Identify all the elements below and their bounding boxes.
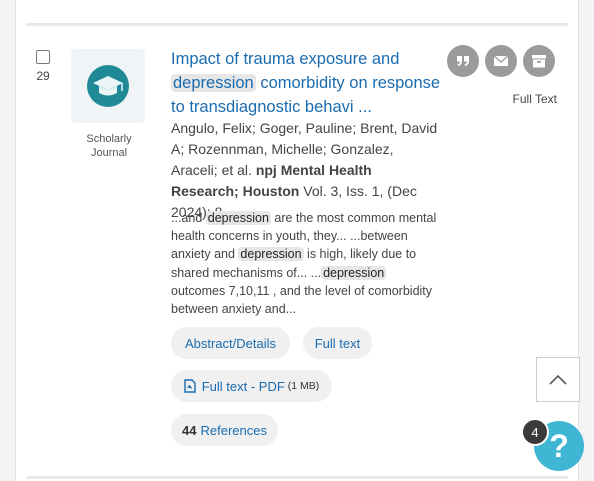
document-type-label: Scholarly Journal <box>86 133 132 159</box>
abstract-details-link[interactable]: Abstract/Details <box>171 327 290 359</box>
email-button[interactable] <box>485 45 517 77</box>
pdf-size: (1 MB) <box>287 380 320 392</box>
record-authors: Angulo, Felix; Goger, Pauline; Brent, Da… <box>171 118 443 223</box>
snippet-highlight: depression <box>205 211 271 225</box>
record-snippet: ...and depression are the most common me… <box>171 209 443 318</box>
save-button[interactable] <box>523 45 555 77</box>
email-icon <box>493 55 509 66</box>
cite-button[interactable] <box>447 45 479 77</box>
references-count: 44 <box>182 422 197 438</box>
title-highlight: depression <box>171 74 256 92</box>
back-to-top-button[interactable] <box>536 357 580 402</box>
scholarly-journal-icon <box>71 49 145 123</box>
references-label: References <box>200 422 267 438</box>
record-title-link[interactable]: Impact of trauma exposure and depression… <box>171 47 449 119</box>
full-text-availability: Full Text <box>512 92 557 106</box>
snippet-highlight: depression <box>321 265 387 280</box>
snippet-highlight: depression <box>238 247 304 262</box>
full-text-pdf-link[interactable]: Full text - PDF (1 MB) <box>171 370 332 402</box>
chevron-up-icon <box>549 374 567 385</box>
divider-bottom <box>26 476 568 479</box>
references-link[interactable]: 44 References <box>171 414 278 446</box>
pdf-label: Full text - PDF <box>201 378 285 394</box>
record-number: 29 <box>36 69 50 83</box>
quote-icon <box>457 56 469 66</box>
help-notification-badge: 4 <box>521 418 549 446</box>
pdf-icon <box>184 379 196 393</box>
select-record-checkbox[interactable] <box>36 50 50 64</box>
snippet-text: outcomes 7,10,11 , and the level of como… <box>171 283 433 317</box>
snippet-text: ...and <box>171 211 206 225</box>
divider-top <box>26 23 568 26</box>
snippet-text: ... <box>310 265 322 280</box>
full-text-link[interactable]: Full text <box>303 327 372 359</box>
save-icon <box>532 55 546 68</box>
title-text-before: Impact of trauma exposure and <box>171 50 400 68</box>
